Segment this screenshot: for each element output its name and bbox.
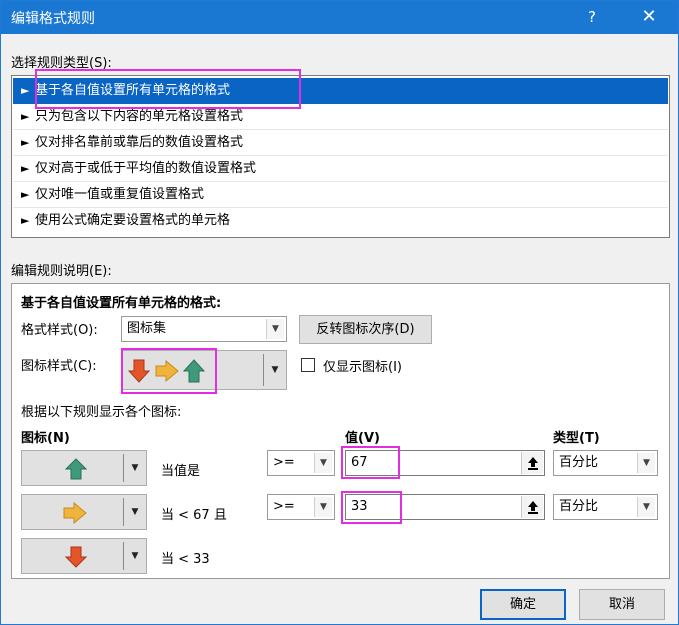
icon-style-label: 图标样式(C): bbox=[21, 359, 97, 374]
bullet-icon: ► bbox=[21, 136, 30, 149]
rule-description-panel: 基于各自值设置所有单元格的格式: 格式样式(O): 图标集 ▼ 反转图标次序(D… bbox=[11, 283, 670, 579]
chevron-down-icon: ▼ bbox=[271, 365, 279, 375]
column-header-type: 类型(T) bbox=[553, 431, 600, 446]
icon-set-preview-icon bbox=[128, 359, 206, 383]
reverse-icon-order-button[interactable]: 反转图标次序(D) bbox=[299, 315, 432, 344]
chevron-down-icon: ▼ bbox=[131, 507, 139, 517]
rule-type-item[interactable]: ► 仅对高于或低于平均值的数值设置格式 bbox=[13, 156, 668, 182]
rule-type-listbox[interactable]: ► 基于各自值设置所有单元格的格式 ► 只为包含以下内容的单元格设置格式 ► 仅对排名… bbox=[11, 75, 670, 238]
chevron-down-icon: ▼ bbox=[131, 463, 139, 473]
upload-arrow-icon bbox=[528, 501, 538, 514]
chevron-down-icon: ▼ bbox=[637, 497, 655, 517]
value-input-2[interactable]: 33 bbox=[345, 494, 545, 520]
rule-desc-label: 编辑规则说明(E): bbox=[11, 264, 112, 279]
rule-icon-select-1[interactable]: ▼ bbox=[21, 450, 147, 486]
bullet-icon: ► bbox=[21, 214, 30, 227]
help-button[interactable]: ? bbox=[577, 4, 607, 30]
rule-condition-1: 当值是 bbox=[161, 464, 201, 479]
close-button[interactable]: ✕ bbox=[631, 4, 667, 30]
upload-arrow-icon bbox=[528, 457, 538, 470]
rule-type-item[interactable]: ► 基于各自值设置所有单元格的格式 bbox=[13, 78, 668, 104]
column-header-value: 值(V) bbox=[345, 431, 380, 446]
rule-desc-heading: 基于各自值设置所有单元格的格式: bbox=[21, 296, 222, 311]
show-icon-only-label: 仅显示图标(I) bbox=[323, 360, 402, 375]
value-input-1[interactable]: 67 bbox=[345, 450, 545, 476]
rule-condition-3: 当 < 33 bbox=[161, 552, 210, 567]
operator-value-2: >= bbox=[273, 499, 295, 514]
rule-icon-select-3[interactable]: ▼ bbox=[21, 538, 147, 574]
rule-type-item[interactable]: ► 只为包含以下内容的单元格设置格式 bbox=[13, 104, 668, 130]
green-up-arrow-icon bbox=[64, 458, 88, 480]
rule-type-item-label: 基于各自值设置所有单元格的格式 bbox=[35, 83, 231, 98]
rule-type-item[interactable]: ► 使用公式确定要设置格式的单元格 bbox=[13, 208, 668, 234]
operator-select-1[interactable]: >= ▼ bbox=[267, 450, 335, 476]
dialog-window: 编辑格式规则 ? ✕ 选择规则类型(S): ► 基于各自值设置所有单元格的格式 ►… bbox=[0, 0, 679, 625]
red-down-arrow-icon bbox=[64, 546, 88, 568]
format-style-select[interactable]: 图标集 ▼ bbox=[121, 316, 287, 342]
value-text-2: 33 bbox=[351, 499, 368, 514]
type-value-1: 百分比 bbox=[559, 455, 599, 470]
column-header-icon: 图标(N) bbox=[21, 431, 70, 446]
bullet-icon: ► bbox=[21, 162, 30, 175]
cancel-button[interactable]: 取消 bbox=[579, 589, 665, 620]
chevron-down-icon: ▼ bbox=[131, 551, 139, 561]
bullet-icon: ► bbox=[21, 188, 30, 201]
rule-icon-select-2[interactable]: ▼ bbox=[21, 494, 147, 530]
chevron-down-icon: ▼ bbox=[314, 497, 332, 517]
show-icon-only-checkbox[interactable] bbox=[301, 358, 315, 372]
rule-type-item-label: 仅对唯一值或重复值设置格式 bbox=[35, 187, 205, 202]
operator-select-2[interactable]: >= ▼ bbox=[267, 494, 335, 520]
chevron-down-icon: ▼ bbox=[637, 453, 655, 473]
bullet-icon: ► bbox=[21, 110, 30, 123]
format-style-label: 格式样式(O): bbox=[21, 323, 98, 338]
rule-type-item[interactable]: ► 仅对唯一值或重复值设置格式 bbox=[13, 182, 668, 208]
rule-type-item-label: 只为包含以下内容的单元格设置格式 bbox=[35, 109, 244, 124]
value-text-1: 67 bbox=[351, 455, 368, 470]
bullet-icon: ► bbox=[21, 84, 30, 97]
yellow-right-arrow-icon bbox=[63, 501, 87, 525]
rule-type-item-label: 仅对排名靠前或靠后的数值设置格式 bbox=[35, 135, 244, 150]
ok-button[interactable]: 确定 bbox=[480, 589, 566, 620]
chevron-down-icon: ▼ bbox=[314, 453, 332, 473]
rule-type-item-label: 使用公式确定要设置格式的单元格 bbox=[35, 213, 231, 228]
window-title: 编辑格式规则 bbox=[11, 11, 95, 27]
rule-type-item-label: 仅对高于或低于平均值的数值设置格式 bbox=[35, 161, 257, 176]
title-bar: 编辑格式规则 ? ✕ bbox=[1, 1, 678, 34]
type-select-1[interactable]: 百分比 ▼ bbox=[553, 450, 658, 476]
rule-type-label: 选择规则类型(S): bbox=[11, 56, 112, 71]
rules-instruction-label: 根据以下规则显示各个图标: bbox=[21, 405, 182, 420]
chevron-down-icon: ▼ bbox=[266, 319, 284, 339]
rule-type-item[interactable]: ► 仅对排名靠前或靠后的数值设置格式 bbox=[13, 130, 668, 156]
icon-style-select[interactable]: ▼ bbox=[121, 350, 287, 390]
format-style-value: 图标集 bbox=[127, 321, 167, 336]
type-select-2[interactable]: 百分比 ▼ bbox=[553, 494, 658, 520]
range-select-button[interactable] bbox=[521, 496, 543, 518]
rule-condition-2: 当 < 67 且 bbox=[161, 508, 227, 523]
operator-value-1: >= bbox=[273, 455, 295, 470]
type-value-2: 百分比 bbox=[559, 499, 599, 514]
range-select-button[interactable] bbox=[521, 452, 543, 474]
